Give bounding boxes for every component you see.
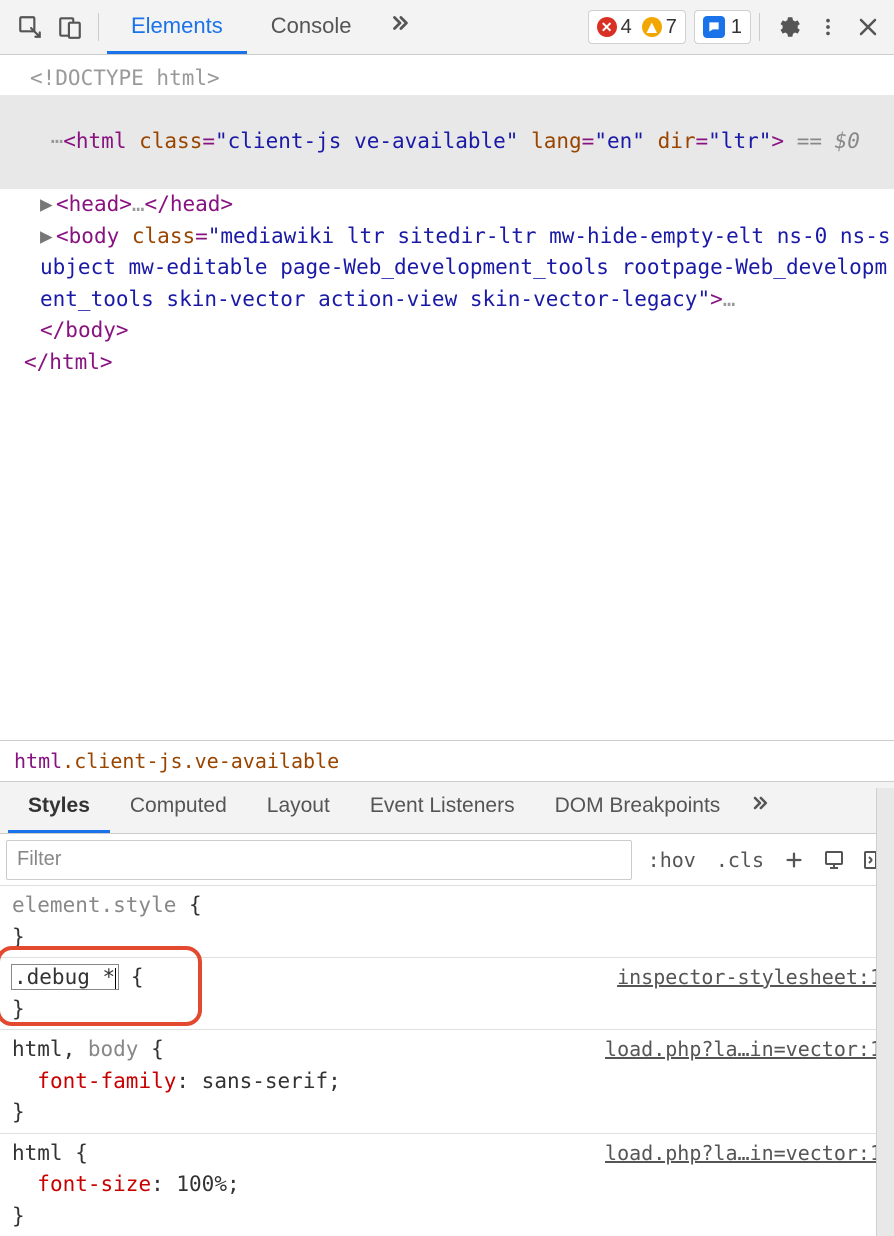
tab-elements[interactable]: Elements xyxy=(107,0,247,54)
console-var-ref: == $0 xyxy=(797,129,860,153)
filter-placeholder: Filter xyxy=(17,848,61,871)
new-style-rule-icon[interactable] xyxy=(774,849,814,871)
style-rule-html-body[interactable]: html, body { load.php?la…in=vector:1 fon… xyxy=(0,1030,894,1134)
kebab-menu-icon[interactable] xyxy=(808,7,848,47)
chevron-double-right-icon xyxy=(750,793,770,819)
errors-count: 4 xyxy=(621,16,632,39)
dom-html-close[interactable]: </html> xyxy=(0,347,894,379)
warnings-badge: ▲ 7 xyxy=(642,16,677,39)
style-rule-html[interactable]: html { load.php?la…in=vector:1 font-size… xyxy=(0,1134,894,1236)
close-icon[interactable] xyxy=(848,7,888,47)
dom-doctype[interactable]: <!DOCTYPE html> xyxy=(0,63,894,95)
styles-panel-tabs: Styles Computed Layout Event Listeners D… xyxy=(0,782,894,834)
styles-rules: element.style {} .debug * { inspector-st… xyxy=(0,886,894,1236)
rule-selector[interactable]: element.style xyxy=(12,893,176,917)
warning-icon: ▲ xyxy=(642,17,662,37)
tab-console[interactable]: Console xyxy=(247,0,376,54)
styles-filter-input[interactable]: Filter xyxy=(6,840,632,880)
css-value[interactable]: 100% xyxy=(176,1172,227,1196)
error-icon: ✕ xyxy=(597,17,617,37)
error-warning-badge[interactable]: ✕ 4 ▲ 7 xyxy=(588,10,686,44)
issues-badge[interactable]: 1 xyxy=(694,10,751,44)
rule-source-link[interactable]: inspector-stylesheet:1 xyxy=(617,962,882,992)
cls-toggle[interactable]: .cls xyxy=(706,848,774,872)
style-rule-debug[interactable]: .debug * { inspector-stylesheet:1 } xyxy=(0,958,894,1030)
warnings-count: 7 xyxy=(666,16,677,39)
stab-layout[interactable]: Layout xyxy=(247,782,350,833)
stab-computed[interactable]: Computed xyxy=(110,782,247,833)
stab-styles[interactable]: Styles xyxy=(8,782,110,833)
inspect-element-icon[interactable] xyxy=(10,7,50,47)
expand-triangle-icon[interactable]: ▶ xyxy=(40,189,56,221)
ellipsis-icon: ⋯ xyxy=(51,129,64,153)
dom-tree[interactable]: <!DOCTYPE html> ⋯<html class="client-js … xyxy=(0,55,894,740)
style-rule-element[interactable]: element.style {} xyxy=(0,886,894,958)
settings-gear-icon[interactable] xyxy=(768,7,808,47)
css-property[interactable]: font-family xyxy=(37,1069,176,1093)
css-value[interactable]: sans-serif xyxy=(202,1069,328,1093)
issues-count: 1 xyxy=(731,16,742,39)
stab-dom-breakpoints[interactable]: DOM Breakpoints xyxy=(535,782,741,833)
breadcrumb-tag[interactable]: html xyxy=(14,749,62,773)
breadcrumb-class[interactable]: .ve-available xyxy=(183,749,340,773)
issue-icon xyxy=(703,16,725,38)
tab-overflow[interactable] xyxy=(375,0,425,54)
toolbar-divider xyxy=(98,13,99,41)
rule-selector[interactable]: html xyxy=(12,1141,63,1165)
panel-tabs: Elements Console xyxy=(107,0,425,54)
scrollbar[interactable] xyxy=(876,788,894,1236)
toolbar-divider xyxy=(759,13,760,41)
styles-filter-row: Filter :hov .cls xyxy=(0,834,894,886)
device-toggle-icon[interactable] xyxy=(50,7,90,47)
dom-html-element[interactable]: ⋯<html class="client-js ve-available" la… xyxy=(0,95,894,190)
rule-selector-editing[interactable]: .debug * xyxy=(12,965,118,989)
devtools-toolbar: Elements Console ✕ 4 ▲ 7 1 xyxy=(0,0,894,55)
breadcrumb-class[interactable]: .client-js xyxy=(62,749,182,773)
computed-styles-icon[interactable] xyxy=(814,848,854,872)
stab-event-listeners[interactable]: Event Listeners xyxy=(350,782,535,833)
dom-head-element[interactable]: ▶<head>…</head> xyxy=(0,189,894,221)
stab-overflow[interactable] xyxy=(740,782,780,833)
hov-toggle[interactable]: :hov xyxy=(638,848,706,872)
errors-badge: ✕ 4 xyxy=(597,16,632,39)
rule-source-link[interactable]: load.php?la…in=vector:1 xyxy=(605,1138,882,1168)
expand-triangle-icon[interactable]: ▶ xyxy=(40,221,56,253)
chevron-double-right-icon xyxy=(389,12,411,40)
rule-source-link[interactable]: load.php?la…in=vector:1 xyxy=(605,1034,882,1064)
dom-body-element[interactable]: ▶<body class="mediawiki ltr sitedir-ltr … xyxy=(0,221,894,347)
rule-selector[interactable]: html, body xyxy=(12,1037,138,1061)
breadcrumb[interactable]: html.client-js.ve-available xyxy=(0,740,894,782)
css-property[interactable]: font-size xyxy=(37,1172,151,1196)
